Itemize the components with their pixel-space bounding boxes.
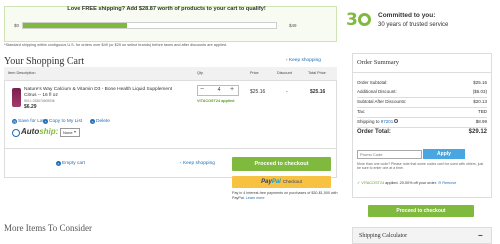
- autoship-label-ship: ship:: [39, 127, 59, 136]
- order-summary-title: Order Summary: [357, 59, 400, 66]
- shipping-zip-link[interactable]: 97201: [381, 119, 394, 124]
- remove-promo-label: Remove: [442, 181, 457, 185]
- progress-fill: [23, 23, 127, 28]
- col-qty: Qty: [197, 71, 203, 75]
- autoship-select[interactable]: None: [60, 128, 80, 137]
- tax-value: TBD: [478, 109, 487, 114]
- copy-to-list-label: Copy to My List: [49, 119, 83, 124]
- more-items-heading: More Items To Consider: [4, 223, 92, 233]
- info-icon[interactable]: [394, 119, 399, 123]
- promo-applied-note: VITACOST24 applied: [197, 99, 235, 103]
- empty-cart-link[interactable]: ▪ Empty cart: [56, 161, 85, 166]
- promo-code-input[interactable]: [357, 150, 422, 159]
- autoship-icon: [12, 129, 20, 137]
- product-unit-price: $6.29: [24, 104, 37, 110]
- paypal-installments-note: Pay in 4 interest-free payments on purch…: [232, 191, 342, 200]
- commitment-subtitle: 30 years of trusted service: [378, 22, 449, 28]
- summary-subtotal-row: Order Subtotal: $25.16: [357, 80, 487, 88]
- keep-shopping-bottom-label: Keep shopping: [182, 161, 215, 166]
- paypal-checkout-label: Checkout: [282, 179, 302, 184]
- cart-divider: [4, 148, 337, 149]
- summary-additional-discount-row: Additional Discount: ($5.03): [357, 89, 487, 97]
- keep-shopping-label: Keep shopping: [288, 58, 321, 63]
- copy-to-list-link[interactable]: + Copy to My List: [43, 119, 82, 124]
- chevron-down-icon: ▾: [74, 129, 77, 134]
- applied-promo-code: VITACOST24: [361, 181, 385, 185]
- keep-shopping-link[interactable]: ‹ Keep shopping: [286, 58, 321, 63]
- paypal-logo-pay: Pay: [261, 179, 272, 185]
- order-total-value: $29.12: [468, 129, 487, 135]
- subtotal-label: Order Subtotal:: [357, 80, 388, 85]
- learn-more-link[interactable]: Learn more: [246, 196, 265, 200]
- page-title: Your Shopping Cart: [4, 56, 85, 67]
- remove-icon: ⊖: [437, 181, 442, 185]
- empty-cart-label: Empty cart: [62, 161, 85, 166]
- shipping-calculator-title: Shipping Calculator: [359, 233, 408, 239]
- shipping-label: Shipping to: [357, 119, 380, 124]
- shipping-value: $8.99: [475, 119, 487, 124]
- after-discounts-value: $20.13: [473, 99, 487, 104]
- summary-line: [357, 97, 487, 98]
- summary-after-discounts-row: Subtotal After Discounts: $20.13: [357, 99, 487, 107]
- delete-link[interactable]: × Delete: [90, 119, 110, 124]
- qty-decrease-button[interactable]: −: [200, 86, 204, 93]
- subtotal-value: $25.16: [473, 80, 487, 85]
- delete-icon: ×: [90, 119, 95, 124]
- after-discounts-label: Subtotal After Discounts:: [357, 99, 407, 104]
- paypal-checkout-button[interactable]: PayPal Checkout: [232, 176, 331, 188]
- free-shipping-message: Love FREE shipping? Add $28.87 worth of …: [67, 6, 266, 12]
- thirty-years-logo: 3: [346, 10, 371, 30]
- progress-max-label: $49: [289, 23, 297, 28]
- item-discount: -: [286, 89, 288, 95]
- collapse-toggle-icon[interactable]: −: [478, 231, 483, 240]
- clock-icon: ◷: [12, 119, 17, 124]
- free-shipping-progress-bar: [22, 22, 277, 29]
- item-total: $25.16: [310, 89, 326, 95]
- order-total-label: Order Total:: [357, 129, 391, 135]
- summary-line: [357, 107, 487, 108]
- trash-icon: ▪: [56, 161, 61, 166]
- copy-icon: +: [43, 119, 48, 124]
- summary-line: [357, 127, 487, 128]
- product-sku: SKU: 033674605936: [24, 99, 55, 103]
- remove-promo-link[interactable]: ⊖ Remove: [438, 181, 456, 185]
- apply-promo-button[interactable]: Apply: [423, 149, 465, 159]
- applied-promo-text: applied. 20.00% off your order.: [385, 181, 437, 185]
- autoship-label: Autoship:: [21, 127, 58, 136]
- qty-increase-button[interactable]: +: [230, 86, 234, 93]
- tax-label: Tax:: [357, 109, 366, 114]
- summary-line: [357, 117, 487, 118]
- product-name-link[interactable]: Nature's Way Calcium & Vitamin D3 - Bone…: [24, 87, 184, 98]
- progress-min-label: $0: [14, 23, 20, 28]
- col-total-price: Total Price: [308, 71, 326, 75]
- col-item-description: Item Description: [8, 71, 36, 75]
- summary-tax-row: Tax: TBD: [357, 109, 487, 117]
- additional-discount-value: ($5.03): [472, 89, 487, 94]
- additional-discount-label: Additional Discount:: [357, 89, 397, 94]
- autoship-label-auto: Auto: [21, 127, 40, 136]
- summary-total-row: Order Total: $29.12: [357, 129, 487, 137]
- promo-note: More than one code? Please note that som…: [357, 162, 484, 171]
- paypal-logo-pal: Pal: [271, 179, 281, 185]
- keep-shopping-bottom-link[interactable]: ‹ Keep shopping: [180, 161, 215, 166]
- summary-shipping-row: Shipping to 97201 $8.99: [357, 119, 487, 127]
- delete-label: Delete: [96, 119, 110, 124]
- commitment-title: Committed to you:: [378, 12, 436, 19]
- standard-shipping-note: *Standard shipping within contiguous U.S…: [4, 43, 228, 47]
- applied-promo-message: ✓ VITACOST24 applied. 20.00% off your or…: [357, 181, 487, 186]
- summary-divider: [352, 72, 492, 73]
- col-price: Price: [250, 71, 259, 75]
- col-discount: Discount: [277, 71, 292, 75]
- summary-proceed-to-checkout-button[interactable]: Proceed to checkout: [368, 205, 474, 217]
- qty-input[interactable]: 4: [214, 87, 224, 93]
- product-image[interactable]: [12, 88, 21, 107]
- proceed-to-checkout-button[interactable]: Proceed to checkout: [232, 157, 331, 171]
- item-price: $25.16: [250, 89, 266, 95]
